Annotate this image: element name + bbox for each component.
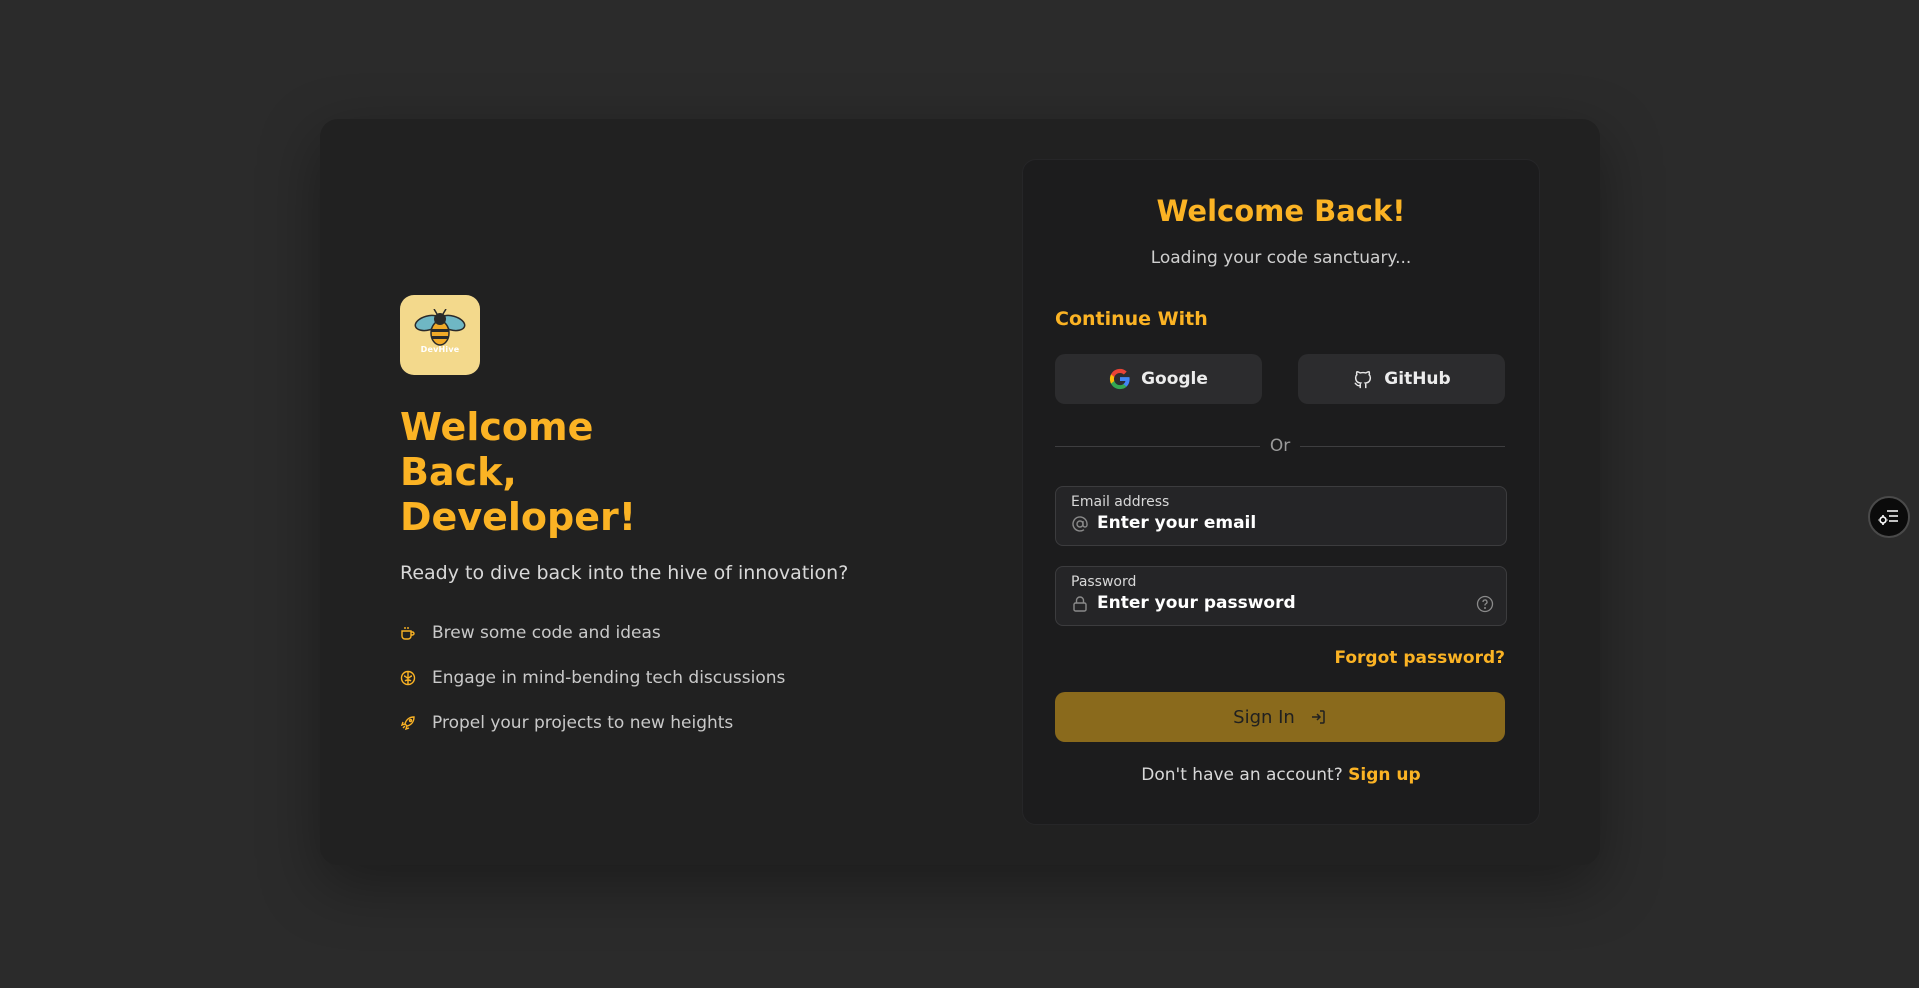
hero-section: DevHive Welcome Back, Developer! Ready t… [400,295,960,745]
settings-fab[interactable] [1868,496,1910,538]
signup-row: Don't have an account? Sign up [1023,765,1539,785]
sign-in-button[interactable]: Sign In [1055,692,1505,742]
feature-label: Propel your projects to new heights [432,712,734,733]
password-label: Password [1071,574,1137,590]
settings-menu-icon [1878,510,1898,525]
feature-list: Brew some code and ideas Engage in mind-… [400,610,960,745]
app-logo: DevHive [400,295,480,375]
github-icon [1354,371,1372,389]
email-label: Email address [1071,494,1170,510]
github-button[interactable]: GitHub [1298,354,1505,404]
or-divider: Or [1055,436,1505,456]
feature-item: Engage in mind-bending tech discussions [400,655,960,700]
password-input[interactable] [1097,591,1457,615]
login-panel: Welcome Back! Loading your code sanctuar… [1022,159,1540,825]
login-title: Welcome Back! [1156,194,1406,228]
hero-subtitle: Ready to dive back into the hive of inno… [400,562,849,584]
feature-item: Brew some code and ideas [400,610,960,655]
feature-label: Brew some code and ideas [432,622,661,643]
google-button[interactable]: Google [1055,354,1262,404]
continue-with-label: Continue With [1055,308,1208,330]
forgot-password-link[interactable]: Forgot password? [1334,648,1505,668]
bee-icon [414,309,466,346]
login-card: DevHive Welcome Back, Developer! Ready t… [320,119,1600,865]
coffee-icon [400,625,416,641]
rocket-icon [400,715,416,731]
logo-text: DevHive [420,345,460,354]
feature-item: Propel your projects to new heights [400,700,960,745]
email-field[interactable]: Email address [1055,486,1507,546]
email-input[interactable] [1097,511,1457,535]
google-icon [1109,368,1130,390]
no-account-text: Don't have an account? [1141,765,1343,785]
password-field[interactable]: Password [1055,566,1507,626]
sign-up-link[interactable]: Sign up [1348,765,1421,785]
github-label: GitHub [1384,369,1451,389]
hero-title: Welcome Back, Developer! [400,405,637,539]
sign-in-label: Sign In [1233,706,1295,728]
at-icon [1071,515,1089,533]
lock-icon [1071,595,1089,613]
google-label: Google [1141,369,1208,389]
brain-icon [400,670,416,686]
login-subtitle: Loading your code sanctuary... [1150,248,1412,268]
help-icon[interactable] [1476,595,1494,617]
sign-in-icon [1311,710,1325,724]
feature-label: Engage in mind-bending tech discussions [432,667,786,688]
